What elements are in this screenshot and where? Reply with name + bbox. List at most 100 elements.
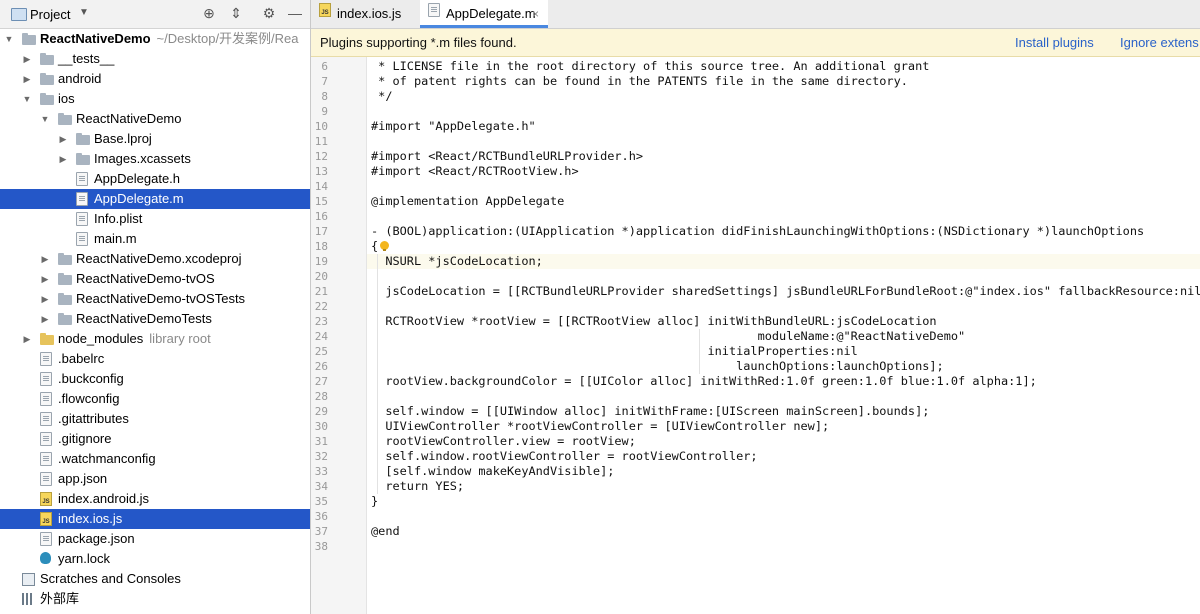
gear-icon[interactable]: ⚙: [261, 5, 277, 21]
tree-item[interactable]: 外部库: [0, 589, 310, 609]
editor-area: JS index.ios.js AppDelegate.m × Plugins …: [311, 0, 1200, 614]
folder-icon: [40, 333, 54, 345]
tree-item[interactable]: .gitattributes: [0, 409, 310, 429]
tree-item[interactable]: ▼ ReactNativeDemo ~/Desktop/开发案例/Rea: [0, 29, 310, 49]
tree-item[interactable]: ▼ ios: [0, 89, 310, 109]
close-icon[interactable]: ×: [532, 0, 539, 28]
tree-item[interactable]: AppDelegate.h: [0, 169, 310, 189]
tree-item[interactable]: .buckconfig: [0, 369, 310, 389]
code-line[interactable]: * LICENSE file in the root directory of …: [371, 59, 929, 74]
code-line[interactable]: * of patent rights can be found in the P…: [371, 74, 908, 89]
tree-item-label: main.m: [94, 231, 137, 246]
tree-item[interactable]: ▶ android: [0, 69, 310, 89]
code-line[interactable]: NSURL *jsCodeLocation;: [371, 254, 543, 269]
chevron-down-icon[interactable]: ▼: [22, 89, 32, 109]
tree-item[interactable]: package.json: [0, 529, 310, 549]
tree-item[interactable]: Scratches and Consoles: [0, 569, 310, 589]
tree-item[interactable]: Info.plist: [0, 209, 310, 229]
folder-icon: [40, 93, 54, 105]
tree-item[interactable]: ▶ ReactNativeDemo.xcodeproj: [0, 249, 310, 269]
chevron-right-icon[interactable]: ▶: [40, 269, 50, 289]
code-line[interactable]: launchOptions:launchOptions];: [371, 359, 944, 374]
chevron-down-icon[interactable]: ▼: [40, 109, 50, 129]
code-line[interactable]: rootView.backgroundColor = [[UIColor all…: [371, 374, 1036, 389]
code-line[interactable]: #import "AppDelegate.h": [371, 119, 536, 134]
tree-item[interactable]: .babelrc: [0, 349, 310, 369]
code-line[interactable]: #import <React/RCTRootView.h>: [371, 164, 579, 179]
code-line[interactable]: */: [371, 89, 392, 104]
code-line[interactable]: self.window = [[UIWindow alloc] initWith…: [371, 404, 929, 419]
folder-icon: [40, 53, 54, 65]
tree-item[interactable]: ▶ ReactNativeDemoTests: [0, 309, 310, 329]
tree-item[interactable]: yarn.lock: [0, 549, 310, 569]
ignore-extension-link[interactable]: Ignore extens: [1120, 29, 1199, 56]
code-line[interactable]: {: [371, 239, 378, 254]
tree-item-label: node_modules library root: [58, 331, 211, 346]
line-number-gutter: 6 7 8 9 10 11 12 13 14 15 16 17 18 19 20 21 22 23 24 25 26 27…: [311, 57, 367, 614]
tree-item-label: .watchmanconfig: [58, 451, 156, 466]
tree-item-label: index.ios.js: [58, 511, 123, 526]
file-icon: [428, 3, 440, 17]
chevron-down-icon[interactable]: ▼: [79, 7, 89, 18]
chevron-right-icon[interactable]: ▶: [40, 309, 50, 329]
file-icon: [40, 532, 52, 546]
chevron-right-icon[interactable]: ▶: [22, 329, 32, 349]
code-line[interactable]: return YES;: [371, 479, 464, 494]
hide-panel-icon[interactable]: —: [287, 5, 303, 21]
line-number: 25: [314, 345, 328, 358]
code-line[interactable]: self.window.rootViewController = rootVie…: [371, 449, 757, 464]
tree-item[interactable]: ▶ ReactNativeDemo-tvOS: [0, 269, 310, 289]
tab-index-ios-js[interactable]: JS index.ios.js: [311, 0, 419, 28]
code-editor[interactable]: * LICENSE file in the root directory of …: [367, 57, 1200, 614]
chevron-right-icon[interactable]: ▶: [22, 49, 32, 69]
file-icon: [40, 452, 52, 466]
code-line[interactable]: rootViewController.view = rootView;: [371, 434, 636, 449]
chevron-right-icon[interactable]: ▶: [58, 129, 68, 149]
code-line[interactable]: UIViewController *rootViewController = […: [371, 419, 829, 434]
code-line[interactable]: [self.window makeKeyAndVisible];: [371, 464, 614, 479]
project-view-selector[interactable]: Project: [30, 7, 70, 22]
tree-item[interactable]: .gitignore: [0, 429, 310, 449]
install-plugins-link[interactable]: Install plugins: [1015, 29, 1094, 56]
file-icon: [40, 432, 52, 446]
line-number: 17: [314, 225, 328, 238]
tree-item[interactable]: JS index.ios.js: [0, 509, 310, 529]
code-line[interactable]: @implementation AppDelegate: [371, 194, 564, 209]
folder-icon: [22, 33, 36, 45]
tree-item-label: ReactNativeDemo: [76, 111, 182, 126]
code-line[interactable]: moduleName:@"ReactNativeDemo": [371, 329, 966, 344]
tree-item[interactable]: .watchmanconfig: [0, 449, 310, 469]
project-panel: Project ▼ ⊕ ⇕ ⚙ — ▼ ReactNativeDemo ~/Desk…: [0, 0, 311, 614]
code-line[interactable]: }: [371, 494, 378, 509]
chevron-right-icon[interactable]: ▶: [40, 289, 50, 309]
code-line[interactable]: @end: [371, 524, 400, 539]
code-line[interactable]: initialProperties:nil: [371, 344, 857, 359]
locate-icon[interactable]: ⊕: [201, 5, 217, 21]
tree-item-label: AppDelegate.h: [94, 171, 181, 186]
line-number: 21: [314, 285, 328, 298]
tree-item[interactable]: ▶ node_modules library root: [0, 329, 310, 349]
tree-item[interactable]: app.json: [0, 469, 310, 489]
folder-icon: [76, 153, 90, 165]
tree-item[interactable]: JS index.android.js: [0, 489, 310, 509]
chevron-right-icon[interactable]: ▶: [58, 149, 68, 169]
tree-item[interactable]: ▼ ReactNativeDemo: [0, 109, 310, 129]
chevron-right-icon[interactable]: ▶: [22, 69, 32, 89]
tree-item[interactable]: AppDelegate.m: [0, 189, 310, 209]
file-icon: [76, 232, 88, 246]
chevron-down-icon[interactable]: ▼: [4, 29, 14, 49]
code-line[interactable]: #import <React/RCTBundleURLProvider.h>: [371, 149, 643, 164]
chevron-right-icon[interactable]: ▶: [40, 249, 50, 269]
tree-item[interactable]: ▶ Base.lproj: [0, 129, 310, 149]
code-line[interactable]: - (BOOL)application:(UIApplication *)app…: [371, 224, 1144, 239]
code-line[interactable]: RCTRootView *rootView = [[RCTRootView al…: [371, 314, 936, 329]
tree-item[interactable]: .flowconfig: [0, 389, 310, 409]
tree-item[interactable]: ▶ ReactNativeDemo-tvOSTests: [0, 289, 310, 309]
tab-appdelegate-m[interactable]: AppDelegate.m ×: [420, 0, 548, 28]
tree-item[interactable]: main.m: [0, 229, 310, 249]
tree-item[interactable]: ▶ Images.xcassets: [0, 149, 310, 169]
lightbulb-icon[interactable]: [380, 241, 389, 251]
collapse-all-icon[interactable]: ⇕: [228, 5, 244, 21]
code-line[interactable]: jsCodeLocation = [[RCTBundleURLProvider …: [371, 284, 1200, 299]
tree-item[interactable]: ▶ __tests__: [0, 49, 310, 69]
